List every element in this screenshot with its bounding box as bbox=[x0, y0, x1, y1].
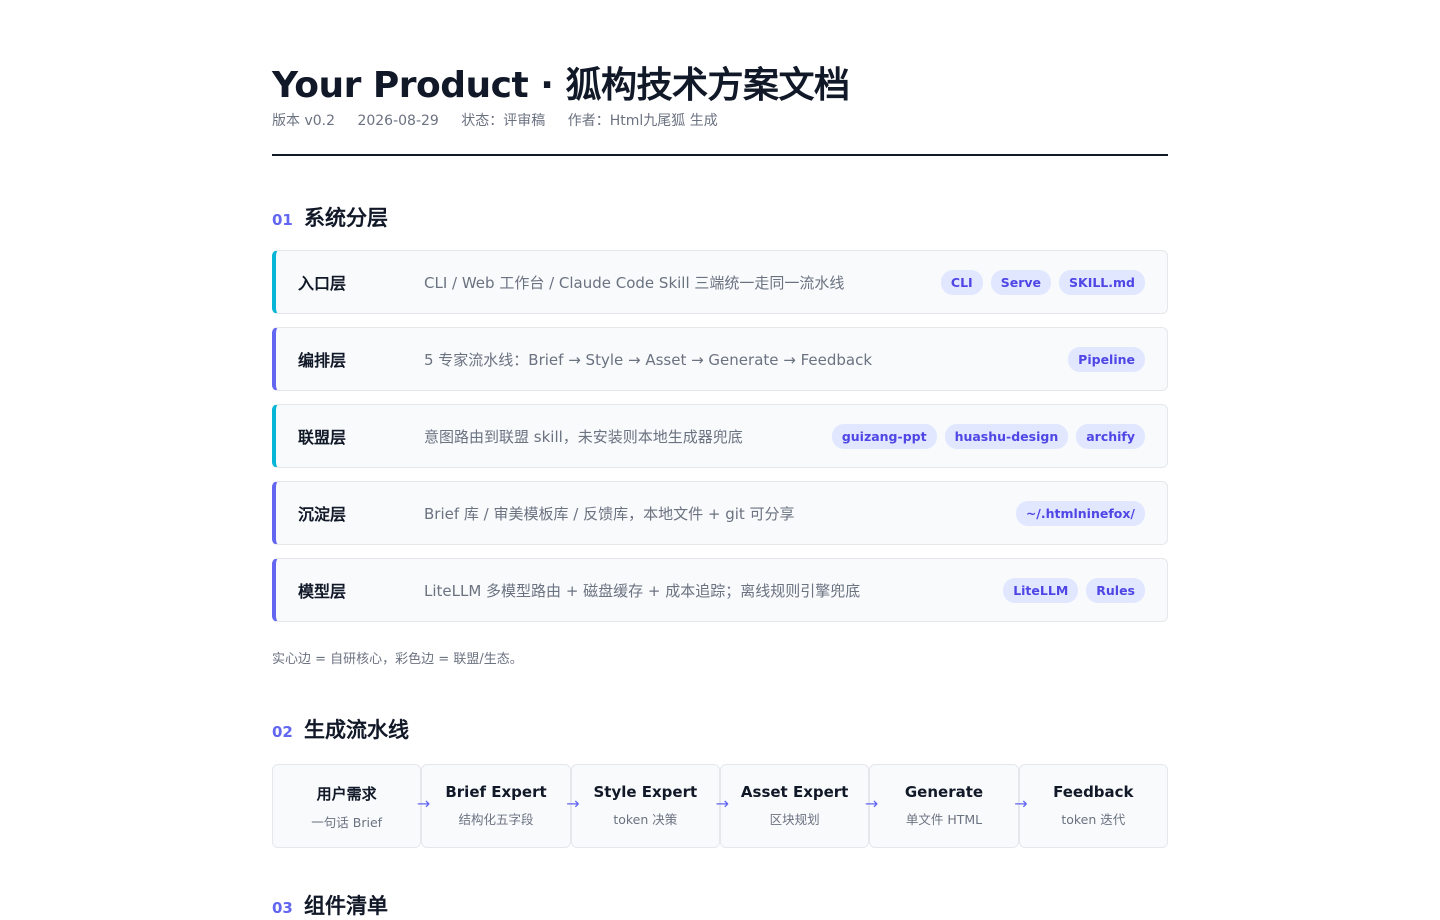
layer-description: CLI / Web 工作台 / Claude Code Skill 三端统一走同… bbox=[424, 273, 845, 292]
section-number: 02 bbox=[272, 723, 293, 741]
step-title: Generate bbox=[904, 783, 984, 801]
title-divider bbox=[272, 154, 1168, 156]
pipeline-step: Asset Expert 区块规划 → bbox=[719, 764, 878, 848]
pipeline-step: 用户需求一句话 Brief → bbox=[272, 764, 430, 848]
tag-badge: Pipeline bbox=[1068, 346, 1145, 372]
arrow-right-icon: → bbox=[715, 794, 729, 813]
step-title: 用户需求 bbox=[316, 785, 377, 803]
pipeline-step: Style Expert token 决策 → bbox=[570, 764, 729, 848]
layer-tags: CLI Serve SKILL.md bbox=[940, 269, 1167, 295]
step-title: Asset Expert bbox=[740, 783, 849, 801]
pipeline-step: Brief Expert 结构化五字段 → bbox=[421, 764, 580, 848]
step-subtitle: token 迭代 bbox=[1061, 812, 1126, 827]
layer-name: 模型层 bbox=[298, 582, 347, 601]
step-subtitle: 单文件 HTML bbox=[905, 812, 983, 827]
step-subtitle: token 决策 bbox=[613, 812, 678, 827]
step-subtitle: 结构化五字段 bbox=[458, 812, 534, 827]
section-heading-pipeline: 02 生成流水线 bbox=[272, 714, 409, 744]
section-title: 组件清单 bbox=[304, 894, 388, 918]
layer-card: 联盟层 意图路由到联盟 skill，未安装则本地生成器兜底 guizang-ppt h… bbox=[272, 404, 1168, 468]
tag-badge: LiteLLM bbox=[1003, 577, 1079, 603]
layer-tags: guizang-ppt huashu-design archify bbox=[831, 423, 1167, 449]
layer-description: LiteLLM 多模型路由 + 磁盘缓存 + 成本追踪；离线规则引擎兜底 bbox=[424, 581, 861, 600]
section-number: 01 bbox=[272, 211, 293, 229]
meta-status: 状态：评审稿 bbox=[461, 113, 546, 129]
section-title: 生成流水线 bbox=[304, 718, 409, 742]
pipeline-step: Generate 单文件 HTML → bbox=[869, 764, 1028, 848]
step-title: Feedback bbox=[1053, 783, 1134, 801]
section-number: 03 bbox=[272, 899, 293, 917]
arrow-right-icon: → bbox=[416, 794, 431, 813]
tag-badge: Rules bbox=[1086, 577, 1145, 603]
layer-name: 入口层 bbox=[298, 274, 347, 293]
layer-tags: Pipeline bbox=[1068, 346, 1167, 372]
layer-card: 编排层 5 专家流水线：Brief → Style → Asset → Gener… bbox=[272, 327, 1168, 391]
layer-name: 编排层 bbox=[298, 351, 347, 370]
tag-badge: Serve bbox=[990, 269, 1051, 295]
tag-badge: archify bbox=[1076, 423, 1145, 449]
step-subtitle: 区块规划 bbox=[769, 812, 820, 827]
meta-author: 作者：Html九尾狐 生成 bbox=[567, 113, 718, 129]
layer-name: 沉淀层 bbox=[298, 505, 347, 524]
tag-badge: huashu-design bbox=[944, 423, 1069, 449]
layer-card: 入口层 CLI / Web 工作台 / Claude Code Skill 三端统… bbox=[272, 250, 1168, 314]
layer-card: 模型层 LiteLLM 多模型路由 + 磁盘缓存 + 成本追踪；离线规则引擎兜底 L… bbox=[272, 558, 1168, 622]
layer-tags: ~/.htmlninefox/ bbox=[1015, 500, 1167, 526]
layer-name: 联盟层 bbox=[298, 428, 347, 447]
meta-date: 2026-08-29 bbox=[357, 113, 439, 129]
step-subtitle: 一句话 Brief bbox=[311, 815, 383, 830]
arrow-right-icon: → bbox=[1014, 794, 1028, 813]
step-title: Brief Expert bbox=[445, 783, 547, 801]
meta-version: 版本 v0.2 bbox=[272, 113, 335, 129]
section-title: 系统分层 bbox=[304, 206, 388, 230]
step-title: Style Expert bbox=[593, 783, 698, 801]
arrow-right-icon: → bbox=[566, 794, 580, 813]
tag-badge: guizang-ppt bbox=[831, 423, 937, 449]
document-meta: 版本 v0.2 2026-08-29 状态：评审稿 作者：Html九尾狐 生成 bbox=[272, 110, 736, 130]
pipeline-step: Feedback token 迭代 bbox=[1018, 764, 1168, 848]
layer-description: 意图路由到联盟 skill，未安装则本地生成器兜底 bbox=[424, 427, 743, 446]
section-heading-layers: 01 系统分层 bbox=[272, 202, 388, 232]
pipeline-flow: 用户需求 一句话 Brief → Brief Expert 结构化五字段 → Style E… bbox=[272, 764, 1168, 848]
arrow-right-icon: → bbox=[864, 794, 879, 813]
page-title: Your Product · 狐构技术方案文档 bbox=[272, 65, 850, 106]
layer-card: 沉淀层 Brief 库 / 审美模板库 / 反馈库，本地文件 + git 可分享 ~… bbox=[272, 481, 1168, 545]
layer-legend-note: 实心边 = 自研核心，彩色边 = 联盟/生态。 bbox=[272, 652, 523, 667]
tag-badge: CLI bbox=[940, 269, 983, 295]
layer-description: 5 专家流水线：Brief → Style → Asset → Generate… bbox=[424, 350, 873, 369]
layer-description: Brief 库 / 审美模板库 / 反馈库，本地文件 + git 可分享 bbox=[424, 504, 795, 523]
tag-badge: ~/.htmlninefox/ bbox=[1015, 500, 1145, 526]
layer-tags: LiteLLM Rules bbox=[1003, 577, 1167, 603]
tag-badge: SKILL.md bbox=[1059, 269, 1145, 295]
section-heading-components: 03 组件清单 bbox=[272, 890, 388, 920]
